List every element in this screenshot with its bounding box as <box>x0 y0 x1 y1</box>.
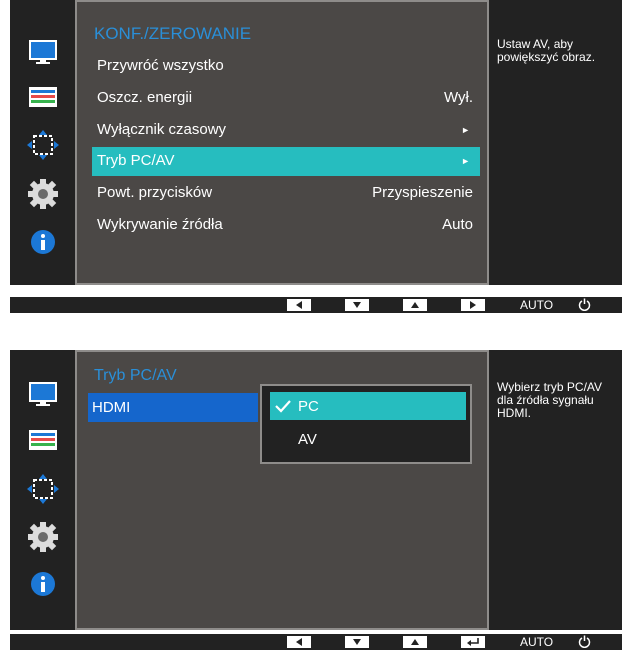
power-button-icon[interactable] <box>578 635 591 651</box>
menu-item-off-timer[interactable]: Wyłącznik czasowy ► <box>92 116 480 145</box>
menu-item-label: Wyłącznik czasowy <box>97 121 227 138</box>
up-button-icon[interactable] <box>403 636 427 648</box>
menu-item-reset-all[interactable]: Przywróć wszystko <box>92 52 480 81</box>
submenu-arrow-icon: ► <box>461 156 470 166</box>
sidebar <box>10 350 74 630</box>
menu-title: Tryb PC/AV <box>94 367 177 384</box>
help-text: Wybierz tryb PC/AV dla źródła sygnału HD… <box>497 380 603 420</box>
help-text: Ustaw AV, aby powiększyć obraz. <box>497 37 596 64</box>
menu-item-label: HDMI <box>92 399 131 416</box>
option-av[interactable]: AV <box>270 425 466 453</box>
button-guide-bar: AUTO <box>10 634 622 650</box>
sidebar <box>10 0 74 285</box>
osd-window: Tryb PC/AV HDMI PC AV Wybierz tryb PC/AV… <box>10 350 622 630</box>
down-button-icon[interactable] <box>345 636 369 648</box>
help-panel: Wybierz tryb PC/AV dla źródła sygnału HD… <box>490 350 622 630</box>
picture-icon[interactable] <box>26 378 60 412</box>
menu-item-label: Przywróć wszystko <box>97 57 224 74</box>
left-button-icon[interactable] <box>287 636 311 648</box>
color-icon[interactable] <box>26 80 60 114</box>
setup-reset-icon[interactable] <box>26 520 60 554</box>
left-button-icon[interactable] <box>287 299 311 311</box>
picture-icon[interactable] <box>26 36 60 70</box>
submenu-arrow-icon: ► <box>461 125 470 135</box>
option-label: AV <box>298 431 317 448</box>
information-icon[interactable] <box>26 567 60 601</box>
menu-item-hdmi[interactable]: HDMI <box>88 393 258 422</box>
up-button-icon[interactable] <box>403 299 427 311</box>
auto-button[interactable]: AUTO <box>520 298 553 312</box>
help-panel: Ustaw AV, aby powiększyć obraz. <box>490 0 622 285</box>
menu-item-value: Wył. <box>443 89 473 106</box>
setup-menu-panel: KONF./ZEROWANIE Przywróć wszystko Oszcz.… <box>75 0 489 285</box>
menu-item-label: Powt. przycisków <box>97 184 213 201</box>
size-position-icon[interactable] <box>26 128 60 162</box>
menu-item-key-repeat[interactable]: Powt. przycisków Przyspieszenie <box>92 179 480 208</box>
information-icon[interactable] <box>26 225 60 259</box>
osd-window: KONF./ZEROWANIE Przywróć wszystko Oszcz.… <box>10 0 622 285</box>
color-icon[interactable] <box>26 423 60 457</box>
menu-item-eco-saving[interactable]: Oszcz. energii Wył. <box>92 84 480 113</box>
right-button-icon[interactable] <box>461 299 485 311</box>
option-pc[interactable]: PC <box>270 392 466 420</box>
down-button-icon[interactable] <box>345 299 369 311</box>
power-button-icon[interactable] <box>578 298 591 314</box>
mode-dropdown: PC AV <box>260 384 472 464</box>
enter-button-icon[interactable] <box>461 636 485 648</box>
menu-item-label: Tryb PC/AV <box>97 152 175 169</box>
menu-item-pc-av-mode[interactable]: Tryb PC/AV ► <box>92 147 480 176</box>
button-guide-bar: AUTO <box>10 297 622 313</box>
setup-reset-icon[interactable] <box>26 177 60 211</box>
menu-item-value: Przyspieszenie <box>372 184 473 201</box>
auto-button[interactable]: AUTO <box>520 635 553 649</box>
option-label: PC <box>298 398 319 415</box>
menu-item-label: Wykrywanie źródła <box>97 216 223 233</box>
menu-item-source-detection[interactable]: Wykrywanie źródła Auto <box>92 211 480 240</box>
size-position-icon[interactable] <box>26 472 60 506</box>
menu-title: KONF./ZEROWANIE <box>94 24 252 43</box>
menu-item-label: Oszcz. energii <box>97 89 193 106</box>
osd-screen-pc-av-mode: Tryb PC/AV HDMI PC AV Wybierz tryb PC/AV… <box>10 350 622 651</box>
checkmark-icon <box>275 400 291 413</box>
menu-item-value: Auto <box>442 216 473 233</box>
osd-screen-setup-reset: KONF./ZEROWANIE Przywróć wszystko Oszcz.… <box>10 0 622 318</box>
